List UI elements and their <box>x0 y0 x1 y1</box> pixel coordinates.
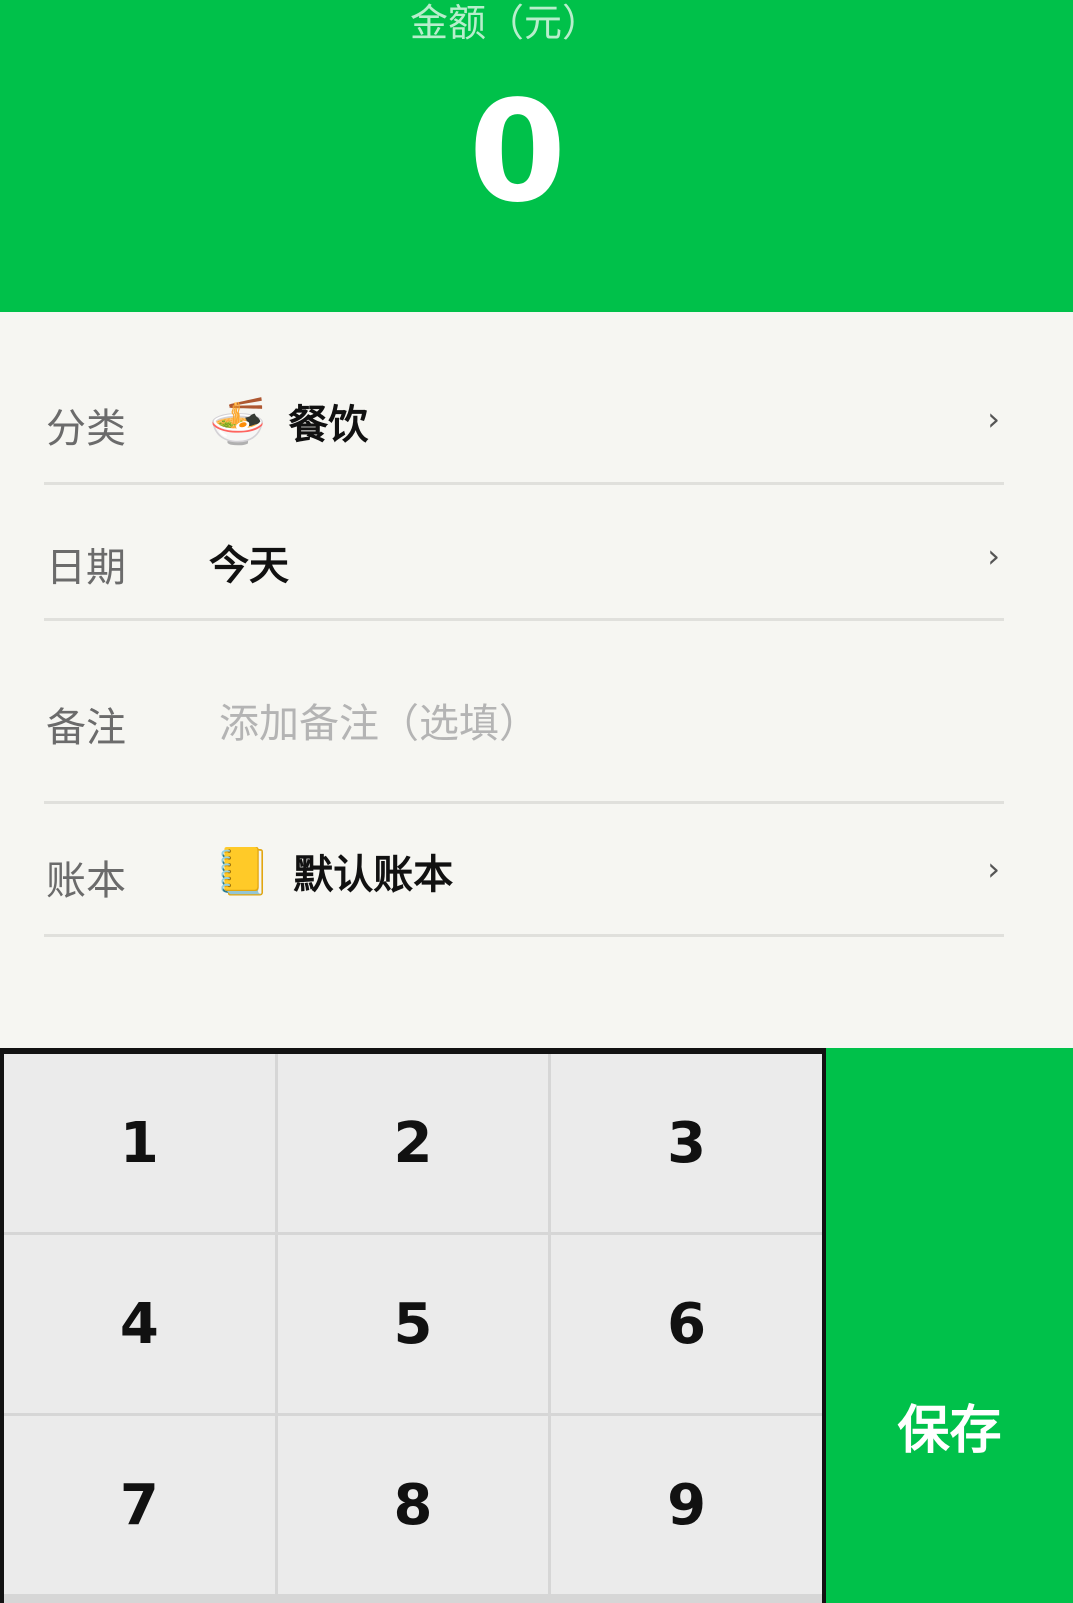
category-row[interactable]: 分类 🍜 餐饮 › <box>44 378 1004 485</box>
key-1[interactable]: 1 <box>4 1054 275 1232</box>
ledger-row[interactable]: 账本 📒 默认账本 › <box>44 804 1004 937</box>
save-button[interactable]: 保存 <box>826 1048 1073 1603</box>
digit-keys: 1 2 3 4 5 6 7 8 9 <box>4 1054 822 1603</box>
key-2[interactable]: 2 <box>277 1054 549 1232</box>
ledger-name: 默认账本 <box>293 852 454 898</box>
amount-label: 金额（元） <box>409 1 600 45</box>
key-7[interactable]: 7 <box>4 1416 275 1594</box>
date-value: 今天 <box>209 543 289 589</box>
chevron-right-icon: › <box>987 537 1000 575</box>
number-keypad: 1 2 3 4 5 6 7 8 9 保存 <box>0 1048 1073 1603</box>
category-name: 餐饮 <box>288 402 369 448</box>
amount-header: 金额（元） 0 <box>0 0 1073 312</box>
chevron-right-icon: › <box>987 400 1000 438</box>
category-value: 🍜 餐饮 <box>209 392 368 450</box>
ledger-value: 📒 默认账本 <box>214 842 453 900</box>
date-row[interactable]: 日期 今天 › <box>44 485 1004 621</box>
key-8[interactable]: 8 <box>277 1416 549 1594</box>
note-row[interactable]: 备注 添加备注（选填） <box>44 621 1004 804</box>
key-6[interactable]: 6 <box>551 1235 822 1413</box>
date-label: 日期 <box>46 545 126 591</box>
amount-display[interactable]: 0 <box>0 68 1035 238</box>
note-input[interactable]: 添加备注（选填） <box>219 691 539 749</box>
ramen-bowl-icon: 🍜 <box>209 393 267 448</box>
key-3[interactable]: 3 <box>551 1054 822 1232</box>
key-5[interactable]: 5 <box>277 1235 549 1413</box>
entry-form: 分类 🍜 餐饮 › 日期 今天 › 备注 添加备注（选填） 账本 📒 默认账本 … <box>0 312 1073 1048</box>
key-4[interactable]: 4 <box>4 1235 275 1413</box>
key-9[interactable]: 9 <box>551 1416 822 1594</box>
note-label: 备注 <box>46 705 126 751</box>
ledger-label: 账本 <box>46 858 126 904</box>
chevron-right-icon: › <box>987 850 1000 888</box>
notebook-icon: 📒 <box>214 843 272 898</box>
category-label: 分类 <box>46 406 126 452</box>
